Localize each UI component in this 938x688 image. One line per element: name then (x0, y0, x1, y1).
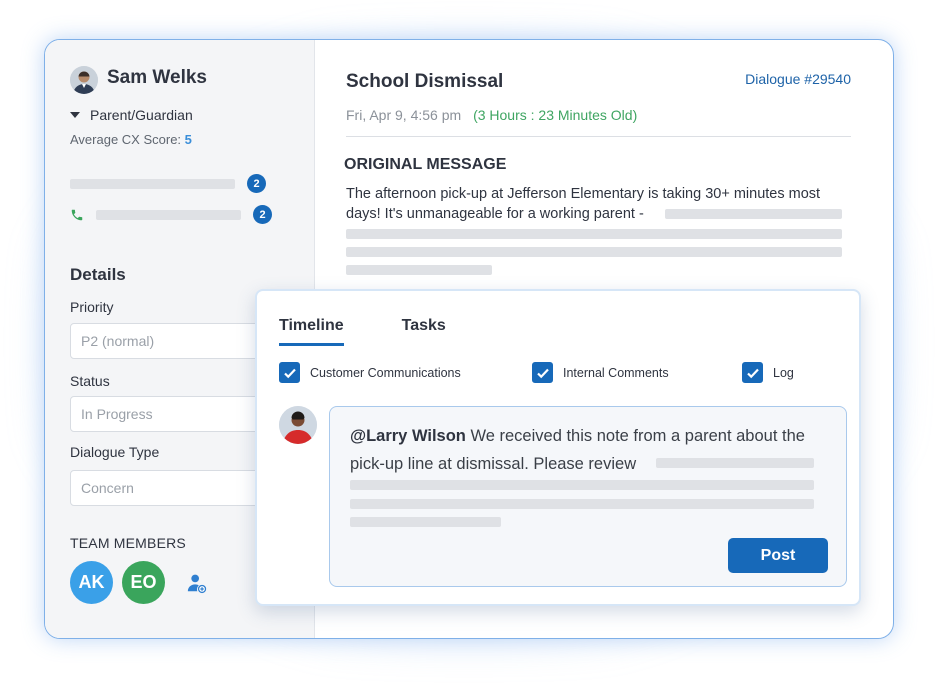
filter-label: Customer Communications (310, 365, 461, 380)
team-member-avatar[interactable]: AK (70, 561, 113, 604)
dialogue-type-label: Dialogue Type (70, 444, 160, 460)
filter-label: Internal Comments (563, 365, 669, 380)
channel-count-badge: 2 (247, 174, 266, 193)
placeholder-bar (346, 247, 842, 257)
team-members-heading: TEAM MEMBERS (70, 535, 186, 551)
placeholder-bar (96, 209, 241, 220)
tab-timeline[interactable]: Timeline (279, 317, 344, 346)
placeholder-bar (346, 229, 842, 239)
divider (346, 136, 851, 137)
checkbox-checked-icon[interactable] (742, 362, 763, 383)
placeholder-bar (656, 458, 814, 468)
checkbox-checked-icon[interactable] (532, 362, 553, 383)
filter-customer-communications[interactable]: Customer Communications (279, 362, 461, 383)
timeline-tabs: Timeline Tasks (279, 317, 446, 346)
customer-name: Sam Welks (107, 67, 207, 88)
placeholder-bar (350, 517, 501, 527)
cx-score: Average CX Score: 5 (70, 132, 192, 147)
priority-label: Priority (70, 299, 114, 315)
dialogue-subject: School Dismissal (346, 71, 504, 92)
filter-internal-comments[interactable]: Internal Comments (532, 362, 669, 383)
cx-score-label: Average CX Score: (70, 132, 182, 147)
channel-row-phone[interactable]: 2 (70, 205, 272, 224)
cx-score-value: 5 (184, 132, 192, 147)
timeline-filters: Customer Communications Internal Comment… (279, 362, 799, 384)
comment-composer[interactable]: @Larry Wilson We received this note from… (329, 406, 847, 587)
channel-count-badge: 2 (253, 205, 272, 224)
caret-down-icon (70, 112, 80, 118)
commenter-avatar (279, 406, 317, 444)
role-label: Parent/Guardian (90, 107, 193, 123)
placeholder-bar (346, 265, 492, 275)
filter-log[interactable]: Log (742, 362, 794, 383)
placeholder-bar (70, 178, 235, 189)
details-heading: Details (70, 265, 126, 284)
comment-mention: @Larry Wilson (350, 427, 466, 445)
dialogue-id-link[interactable]: Dialogue #29540 (745, 71, 851, 87)
post-button[interactable]: Post (728, 538, 828, 573)
status-label: Status (70, 373, 110, 389)
filter-label: Log (773, 365, 794, 380)
dialogue-age: (3 Hours : 23 Minutes Old) (473, 107, 638, 123)
channel-row-messages[interactable]: 2 (70, 174, 266, 193)
tab-tasks[interactable]: Tasks (402, 317, 446, 346)
placeholder-bar (665, 209, 842, 219)
team-member-avatar[interactable]: EO (122, 561, 165, 604)
comment-text[interactable]: @Larry Wilson We received this note from… (350, 422, 830, 478)
phone-icon (71, 209, 83, 220)
dialogue-date-row: Fri, Apr 9, 4:56 pm (3 Hours : 23 Minute… (346, 107, 637, 123)
original-message-heading: ORIGINAL MESSAGE (344, 156, 507, 173)
timeline-panel: Timeline Tasks Customer Communications I… (255, 289, 861, 606)
checkbox-checked-icon[interactable] (279, 362, 300, 383)
customer-avatar (70, 66, 98, 94)
dialogue-date: Fri, Apr 9, 4:56 pm (346, 107, 462, 123)
add-user-icon[interactable] (186, 572, 208, 594)
placeholder-bar (350, 480, 814, 490)
role-dropdown[interactable]: Parent/Guardian (70, 107, 193, 123)
placeholder-bar (350, 499, 814, 509)
